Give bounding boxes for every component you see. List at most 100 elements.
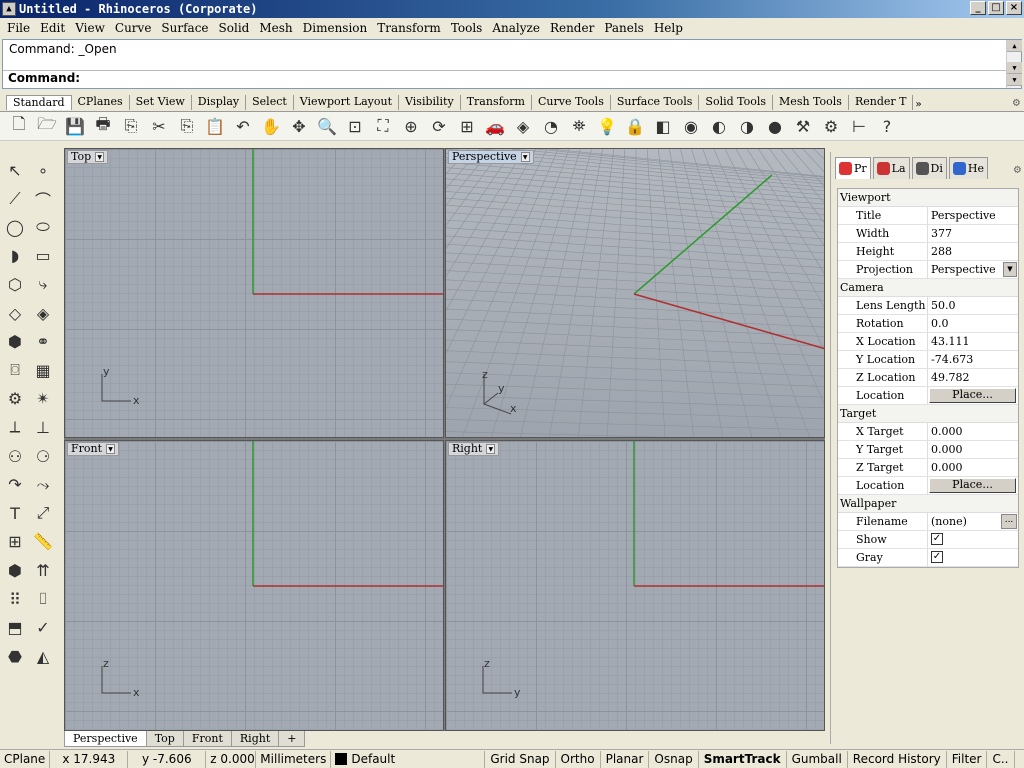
chevron-down-icon[interactable]: ▼ [486,444,496,454]
property-value[interactable]: -74.673 [928,351,1018,368]
explode-icon[interactable]: ✴ [31,387,55,411]
viewport-tab-right[interactable]: Right [230,731,280,747]
chevron-down-icon[interactable]: ▼ [520,152,530,162]
open-folder-icon[interactable]: 🗁 [34,113,60,139]
blue-sphere-icon[interactable]: ● [762,113,788,139]
tab-select[interactable]: Select [246,95,294,110]
property-value[interactable]: Perspective ▼ [928,261,1018,278]
menu-item-help[interactable]: Help [649,21,688,35]
trim-icon[interactable]: ⟂ [3,415,27,439]
status-toggle-record-history[interactable]: Record History [848,750,947,768]
box-icon[interactable]: ⬢ [3,330,27,354]
menu-item-edit[interactable]: Edit [35,21,70,35]
property-value[interactable]: 0.000 [928,441,1018,458]
zoom-extents-icon[interactable]: ⛶ [370,113,396,139]
scroll-bottom-icon[interactable]: ▼ [1007,74,1022,86]
object-snap-icon[interactable]: ⛯ [566,113,592,139]
menu-item-solid[interactable]: Solid [214,21,255,35]
tab-display[interactable]: Display [192,95,247,110]
group-icon[interactable]: ⚇ [3,444,27,468]
color-wheel-icon[interactable]: ◉ [678,113,704,139]
render-tool-icon[interactable]: ◭ [31,644,55,668]
tab-visibility[interactable]: Visibility [399,95,461,110]
dimension-tool-icon[interactable]: ⤢ [31,501,55,525]
zoom-selected-icon[interactable]: ⊕ [398,113,424,139]
menu-item-view[interactable]: View [70,21,110,35]
solid-edit-icon[interactable]: ⬢ [3,558,27,582]
rendered-mode-icon[interactable]: ◔ [538,113,564,139]
property-value[interactable]: Place... [928,387,1018,404]
chevron-down-icon[interactable]: ▼ [106,444,116,454]
minimize-button[interactable]: _ [970,1,986,15]
status-cplane[interactable]: CPlane [0,750,51,768]
status-toggle-grid-snap[interactable]: Grid Snap [485,750,556,768]
status-toggle-ortho[interactable]: Ortho [556,750,601,768]
layer-icon[interactable]: ◧ [650,113,676,139]
command-prompt[interactable]: Command: [3,70,1007,88]
viewport-right[interactable]: z y Right ▼ [445,440,825,731]
settings-gear-icon[interactable]: ⚙ [818,113,844,139]
tab-viewport-layout[interactable]: Viewport Layout [294,95,400,110]
viewport-title-right[interactable]: Right ▼ [448,442,500,456]
panel-gear-icon[interactable]: ⚙ [1014,162,1021,176]
import-icon[interactable]: ⎘ [118,113,144,139]
scroll-down-icon[interactable]: ▼ [1007,62,1022,74]
menu-item-transform[interactable]: Transform [372,21,446,35]
chevron-down-icon[interactable]: ▼ [1003,262,1017,277]
curve-boolean-icon[interactable]: ↷ [3,473,27,497]
property-value[interactable]: ✓ [928,549,1018,566]
viewport-title-perspective[interactable]: Perspective ▼ [448,150,534,164]
close-button[interactable]: × [1006,1,1022,15]
ellipse-icon[interactable]: ⬭ [31,215,55,239]
measure-icon[interactable]: 📏 [31,530,55,554]
arc-icon[interactable]: ◗ [3,244,27,268]
tab-surface-tools[interactable]: Surface Tools [611,95,700,110]
extrude-icon[interactable]: ⬒ [3,616,27,640]
viewport-front[interactable]: z x Front ▼ [64,440,444,731]
place-button[interactable]: Place... [929,388,1016,403]
text-icon[interactable]: T [3,501,27,525]
tab-transform[interactable]: Transform [461,95,532,110]
property-value[interactable]: 49.782 [928,369,1018,386]
checkbox-show[interactable]: ✓ [931,533,943,545]
status-toggle-c-[interactable]: C.. [987,750,1015,768]
cage-edit-icon[interactable]: ⇈ [31,558,55,582]
tab-standard[interactable]: Standard [6,95,72,110]
point-icon[interactable]: ∘ [31,158,55,182]
status-toggle-osnap[interactable]: Osnap [649,750,699,768]
polygon-icon[interactable]: ⬡ [3,272,27,296]
check-icon[interactable]: ✓ [31,616,55,640]
property-value[interactable]: 288 [928,243,1018,260]
menu-item-dimension[interactable]: Dimension [298,21,373,35]
save-icon[interactable]: 💾 [62,113,88,139]
property-value[interactable]: ✓ [928,531,1018,548]
scroll-up-icon[interactable]: ▲ [1007,40,1022,52]
browse-button[interactable]: ... [1001,514,1017,529]
add-viewport-tab-icon[interactable]: + [278,731,306,747]
paste-icon[interactable]: 📋 [202,113,228,139]
gear-tool-icon[interactable]: ⚙ [3,387,27,411]
tab-render-t[interactable]: Render T [849,95,914,110]
status-toggle-gumball[interactable]: Gumball [787,750,848,768]
pan-icon[interactable]: ✋ [258,113,284,139]
property-value[interactable]: 0.000 [928,423,1018,440]
tabs-gear-icon[interactable]: ⚙ [1013,95,1020,109]
property-value[interactable]: Place... [928,477,1018,494]
property-value[interactable]: 0.000 [928,459,1018,476]
menu-item-mesh[interactable]: Mesh [254,21,297,35]
grid-array-icon[interactable]: ⠿ [3,587,27,611]
tab-solid-tools[interactable]: Solid Tools [699,95,774,110]
command-scrollbar[interactable]: ▲ ▼ ▼ [1006,40,1022,88]
zoom-icon[interactable]: 🔍 [314,113,340,139]
rectangle-icon[interactable]: ▭ [31,244,55,268]
checkbox-gray[interactable]: ✓ [931,551,943,563]
help-icon[interactable]: ? [874,113,900,139]
four-viewports-icon[interactable]: ⊞ [454,113,480,139]
viewport-perspective[interactable]: z y x Perspective ▼ [445,148,825,438]
tab-set-view[interactable]: Set View [130,95,192,110]
select-arrow-icon[interactable]: ↖ [3,158,27,182]
menu-item-surface[interactable]: Surface [156,21,213,35]
environment-sphere-icon[interactable]: ◑ [734,113,760,139]
menu-item-analyze[interactable]: Analyze [487,21,545,35]
tab-curve-tools[interactable]: Curve Tools [532,95,611,110]
